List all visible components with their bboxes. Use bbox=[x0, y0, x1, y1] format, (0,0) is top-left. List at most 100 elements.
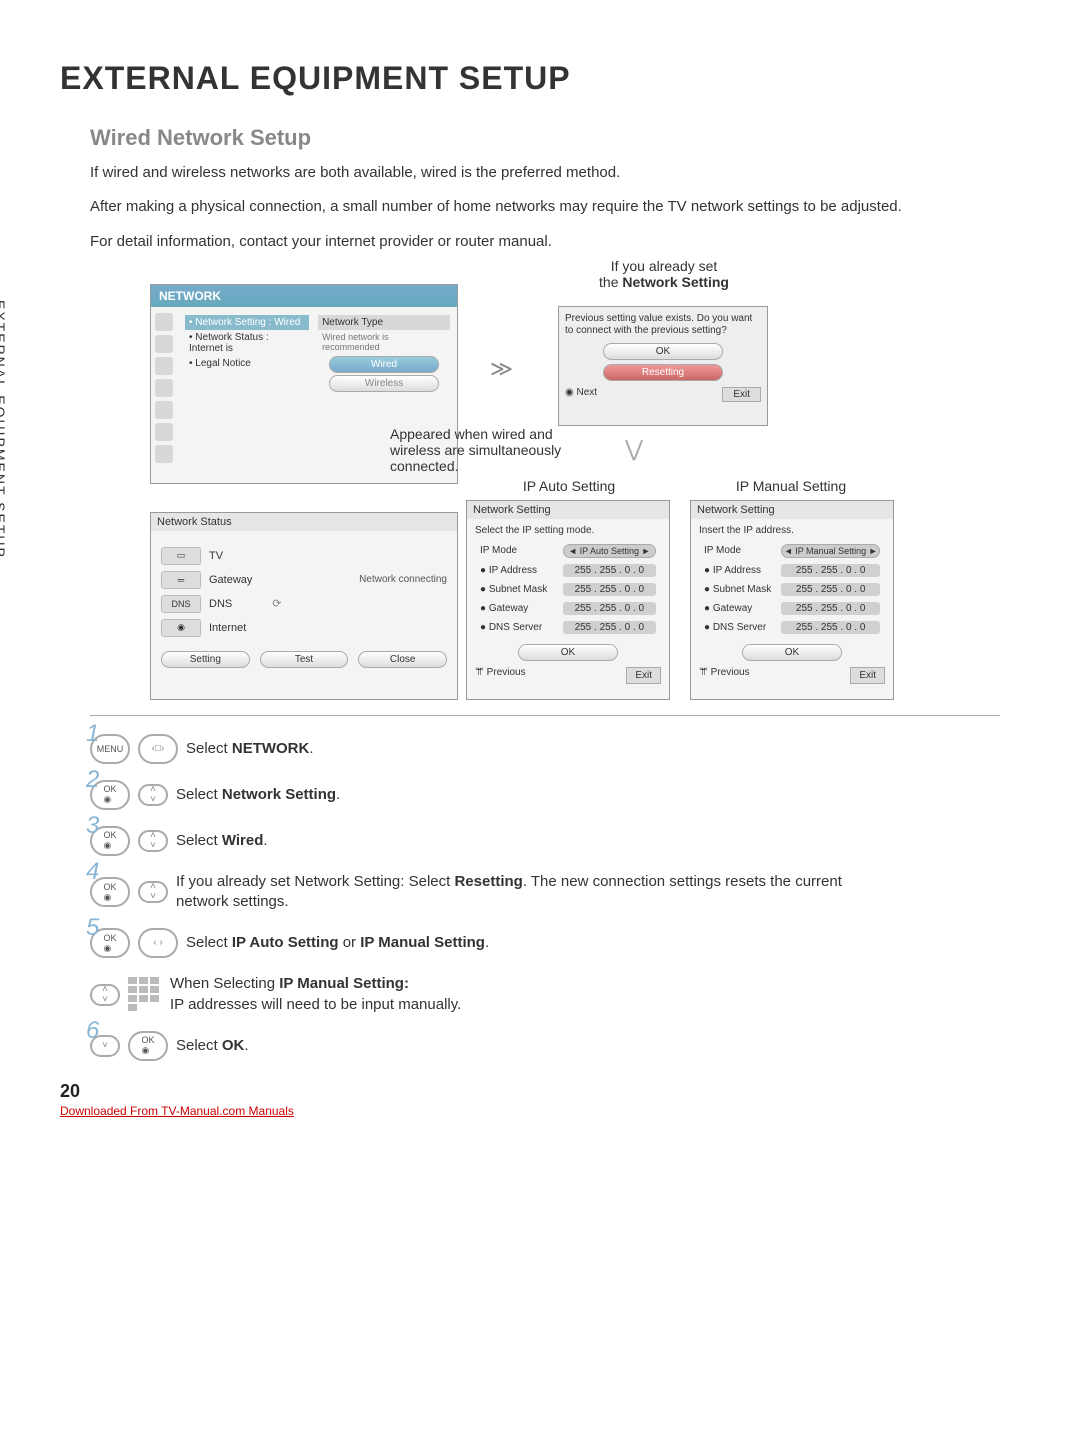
step-number: 5 bbox=[86, 914, 99, 942]
status-gateway: Gateway bbox=[209, 574, 252, 586]
step-row: 2 OK◉ ˄˅ Select Network Setting. bbox=[90, 780, 1000, 810]
download-link[interactable]: Downloaded From TV-Manual.com Manuals bbox=[60, 1104, 294, 1118]
step-row: 1 MENU ‹□› Select NETWORK. bbox=[90, 734, 1000, 764]
row-label: ● Subnet Mask bbox=[701, 581, 776, 598]
existing-next[interactable]: ◉ Next bbox=[565, 387, 597, 402]
ip-field[interactable]: 255 . 255 . 0 . 0 bbox=[781, 564, 880, 577]
row-label: ● DNS Server bbox=[477, 619, 558, 636]
row-label: ● DNS Server bbox=[701, 619, 776, 636]
ipman-caption: IP Manual Setting bbox=[696, 478, 886, 494]
row-label: ● Subnet Mask bbox=[477, 581, 558, 598]
intro-line: After making a physical connection, a sm… bbox=[90, 197, 1000, 217]
ip-field[interactable]: 255 . 255 . 0 . 0 bbox=[563, 621, 656, 634]
step-text: When Selecting IP Manual Setting: IP add… bbox=[170, 974, 461, 1015]
status-internet: Internet bbox=[209, 622, 246, 634]
row-label: ● IP Address bbox=[477, 562, 558, 579]
tv-icon: ▭ bbox=[161, 547, 201, 565]
page-title: EXTERNAL EQUIPMENT SETUP bbox=[60, 60, 1000, 97]
ip-field[interactable]: 255 . 255 . 0 . 0 bbox=[781, 621, 880, 634]
menu-item-label: Network Status bbox=[195, 332, 263, 343]
menu-item-label: Legal Notice bbox=[195, 358, 251, 369]
step-text: If you already set Network Setting: Sele… bbox=[176, 872, 856, 913]
ip-field[interactable]: 255 . 255 . 0 . 0 bbox=[563, 583, 656, 596]
gateway-icon: ═ bbox=[161, 571, 201, 589]
existing-resetting-button[interactable]: Resetting bbox=[603, 364, 723, 381]
dns-icon: DNS bbox=[161, 595, 201, 613]
row-label: ● IP Address bbox=[701, 562, 776, 579]
step-row: 3 OK◉ ˄˅ Select Wired. bbox=[90, 826, 1000, 856]
ip-mode-selector[interactable]: ◄ IP Manual Setting ► bbox=[781, 544, 880, 558]
ip-auto-ok-button[interactable]: OK bbox=[518, 644, 618, 661]
page-number: 20 bbox=[60, 1081, 294, 1102]
menu-item-selected[interactable]: • Network Setting : Wired bbox=[185, 315, 309, 330]
existing-setting-dialog: Previous setting value exists. Do you wa… bbox=[558, 306, 768, 426]
step-row: 6 ˅ OK◉ Select OK. bbox=[90, 1031, 1000, 1061]
step-text: Select Network Setting. bbox=[176, 785, 340, 805]
section-subtitle: Wired Network Setup bbox=[90, 125, 1000, 151]
menu-item-value: : Wired bbox=[269, 317, 301, 328]
ip-mode-selector[interactable]: ◄ IP Auto Setting ► bbox=[563, 544, 656, 558]
status-test-button[interactable]: Test bbox=[260, 651, 349, 668]
network-status-panel: Network Status ▭TV ═Gateway Network conn… bbox=[150, 512, 458, 700]
option-wired[interactable]: Wired bbox=[329, 356, 439, 373]
ip-field[interactable]: 255 . 255 . 0 . 0 bbox=[781, 583, 880, 596]
diagram-area: NETWORK • Network Setting : Wired • Netw… bbox=[90, 266, 1000, 716]
ip-auto-previous[interactable]: ꕌ Previous bbox=[475, 667, 526, 684]
type-note: Appeared when wired and wireless are sim… bbox=[390, 426, 590, 474]
row-label: ● Gateway bbox=[701, 600, 776, 617]
ip-manual-panel: Network Setting Insert the IP address. I… bbox=[690, 500, 894, 700]
remote-updown-button: ˄˅ bbox=[138, 784, 168, 806]
row-label: ● Gateway bbox=[477, 600, 558, 617]
intro-line: If wired and wireless networks are both … bbox=[90, 163, 1000, 183]
step-text: Select Wired. bbox=[176, 831, 268, 851]
ip-man-exit[interactable]: Exit bbox=[850, 667, 885, 684]
remote-updown-button: ˄˅ bbox=[90, 984, 120, 1006]
step-row: 4 OK◉ ˄˅ If you already set Network Sett… bbox=[90, 872, 1000, 913]
step-text: Select NETWORK. bbox=[186, 739, 314, 759]
remote-updown-button: ˄˅ bbox=[138, 830, 168, 852]
step-number: 3 bbox=[86, 812, 99, 840]
remote-number-pad bbox=[128, 977, 162, 1013]
remote-updown-button: ˄˅ bbox=[138, 881, 168, 903]
step-number: 2 bbox=[86, 766, 99, 794]
status-header: Network Status bbox=[151, 513, 457, 531]
ip-auto-subtitle: Select the IP setting mode. bbox=[475, 525, 661, 536]
remote-ok-button: OK◉ bbox=[128, 1031, 168, 1061]
steps-list: 1 MENU ‹□› Select NETWORK. 2 OK◉ ˄˅ Sele… bbox=[90, 734, 1000, 1061]
menu-category-icons bbox=[151, 309, 177, 467]
ip-man-header: Network Setting bbox=[691, 501, 893, 519]
network-type-hint: Wired network is recommended bbox=[318, 330, 450, 354]
step-text: Select IP Auto Setting or IP Manual Sett… bbox=[186, 933, 489, 953]
internet-icon: ◉ bbox=[161, 619, 201, 637]
mode-label: IP Mode bbox=[477, 542, 558, 560]
ip-auto-panel: Network Setting Select the IP setting mo… bbox=[466, 500, 670, 700]
step-row: 5 OK◉ ‹ › Select IP Auto Setting or IP M… bbox=[90, 928, 1000, 958]
ipauto-caption: IP Auto Setting bbox=[484, 478, 654, 494]
step-number: 6 bbox=[86, 1017, 99, 1045]
status-close-button[interactable]: Close bbox=[358, 651, 447, 668]
step-number: 1 bbox=[86, 720, 99, 748]
side-label: EXTERNAL EQUIPMENT SETUP bbox=[0, 300, 8, 559]
mode-label: IP Mode bbox=[701, 542, 776, 560]
existing-exit-button[interactable]: Exit bbox=[722, 387, 761, 402]
existing-caption: If you already set the Network Setting bbox=[544, 258, 784, 290]
ip-field[interactable]: 255 . 255 . 0 . 0 bbox=[563, 564, 656, 577]
existing-ok-button[interactable]: OK bbox=[603, 343, 723, 360]
ip-field[interactable]: 255 . 255 . 0 . 0 bbox=[563, 602, 656, 615]
ip-auto-header: Network Setting bbox=[467, 501, 669, 519]
ip-auto-exit[interactable]: Exit bbox=[626, 667, 661, 684]
ip-man-ok-button[interactable]: OK bbox=[742, 644, 842, 661]
status-setting-button[interactable]: Setting bbox=[161, 651, 250, 668]
spinner-icon: ⟳ bbox=[272, 597, 281, 610]
step-number: 4 bbox=[86, 858, 99, 886]
ip-man-previous[interactable]: ꕌ Previous bbox=[699, 667, 750, 684]
option-wireless[interactable]: Wireless bbox=[329, 375, 439, 392]
status-connecting: Network connecting bbox=[359, 574, 447, 585]
menu-item-label: Network Setting bbox=[195, 317, 266, 328]
ip-field[interactable]: 255 . 255 . 0 . 0 bbox=[781, 602, 880, 615]
remote-nav-button: ‹□› bbox=[138, 734, 178, 764]
existing-text: Previous setting value exists. Do you wa… bbox=[565, 313, 761, 337]
chevron-right-icon: ≫ bbox=[490, 356, 513, 382]
step-text: Select OK. bbox=[176, 1036, 249, 1056]
status-dns: DNS bbox=[209, 598, 232, 610]
